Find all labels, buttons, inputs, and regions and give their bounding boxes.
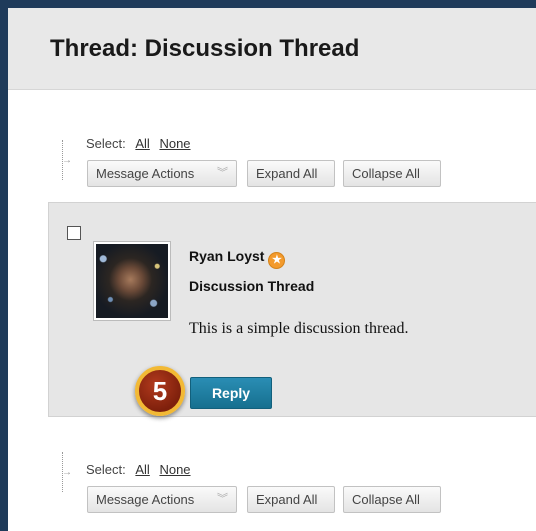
step-number-badge: 5 bbox=[135, 366, 185, 416]
select-all-link[interactable]: All bbox=[135, 136, 149, 151]
message-actions-label: Message Actions bbox=[96, 166, 195, 181]
page-title: Thread: Discussion Thread bbox=[50, 35, 360, 62]
select-label: Select: bbox=[86, 462, 126, 477]
select-none-link[interactable]: None bbox=[159, 136, 190, 151]
avatar-photo bbox=[96, 244, 168, 318]
chevron-down-icon: ︾ bbox=[217, 167, 228, 179]
page-header: Thread: Discussion Thread bbox=[8, 8, 536, 90]
select-controls: Select: All None bbox=[86, 136, 191, 151]
select-controls: Select: All None bbox=[86, 462, 191, 477]
toolbar-top: → Select: All None Message Actions ︾ Exp… bbox=[62, 126, 532, 196]
select-label: Select: bbox=[86, 136, 126, 151]
post-author: Ryan Loyst ★ bbox=[189, 248, 286, 269]
expand-all-button[interactable]: Expand All bbox=[247, 486, 335, 513]
content-frame: Thread: Discussion Thread → Select: All … bbox=[8, 8, 536, 531]
collapse-all-button[interactable]: Collapse All bbox=[343, 160, 441, 187]
post-subject: Discussion Thread bbox=[189, 278, 315, 294]
message-actions-label: Message Actions bbox=[96, 492, 195, 507]
reply-button[interactable]: Reply bbox=[190, 377, 272, 409]
collapse-all-button[interactable]: Collapse All bbox=[343, 486, 441, 513]
star-badge-icon: ★ bbox=[268, 252, 286, 269]
message-actions-button[interactable]: Message Actions ︾ bbox=[87, 160, 237, 187]
post-body: This is a simple discussion thread. bbox=[189, 320, 409, 337]
arrow-icon: → bbox=[62, 155, 72, 166]
message-actions-button[interactable]: Message Actions ︾ bbox=[87, 486, 237, 513]
toolbar-bottom: → Select: All None Message Actions ︾ Exp… bbox=[62, 452, 532, 524]
select-none-link[interactable]: None bbox=[159, 462, 190, 477]
author-name[interactable]: Ryan Loyst bbox=[189, 248, 264, 264]
expand-all-button[interactable]: Expand All bbox=[247, 160, 335, 187]
discussion-post: Ryan Loyst ★ Discussion Thread This is a … bbox=[48, 202, 536, 417]
select-all-link[interactable]: All bbox=[135, 462, 149, 477]
post-select-checkbox[interactable] bbox=[67, 226, 81, 240]
avatar bbox=[93, 241, 171, 321]
chevron-down-icon: ︾ bbox=[217, 493, 228, 505]
arrow-icon: → bbox=[62, 467, 72, 478]
